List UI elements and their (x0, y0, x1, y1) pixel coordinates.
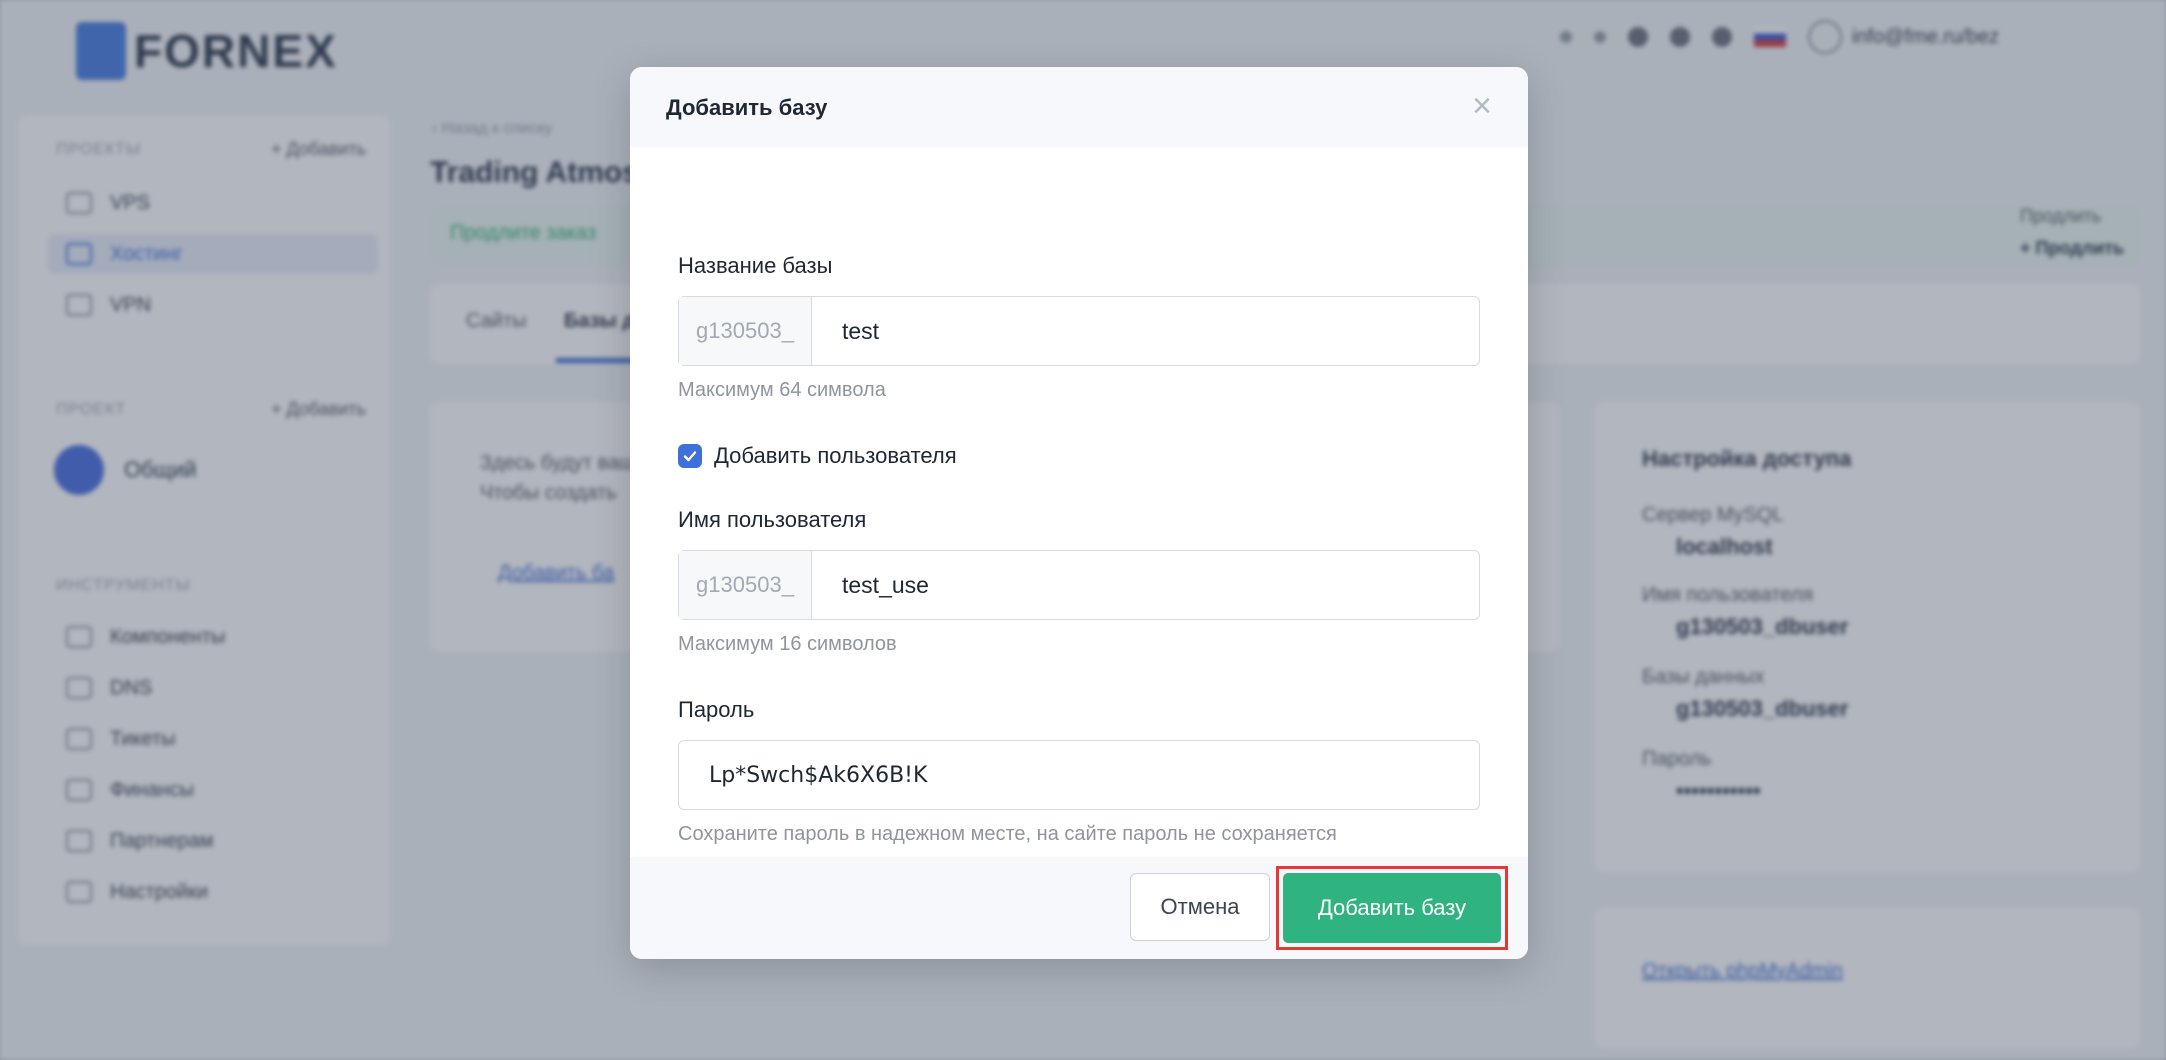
cancel-button[interactable]: Отмена (1130, 873, 1270, 941)
username-hint: Максимум 16 символов (678, 633, 897, 655)
db-name-input-group[interactable]: g130503_ test (678, 296, 1480, 366)
add-database-modal: Добавить базу × Название базы g130503_ t… (630, 67, 1528, 959)
password-hint: Сохраните пароль в надежном месте, на са… (678, 823, 1337, 845)
add-user-label: Добавить пользователя (714, 443, 957, 468)
add-user-checkbox[interactable] (678, 444, 702, 468)
password-input[interactable]: Lp*Swch$Ak6X6B!K (678, 740, 1480, 810)
username-prefix: g130503_ (679, 551, 812, 619)
check-icon (683, 451, 697, 462)
username-input[interactable]: test_use (812, 551, 1479, 619)
highlight-frame: Добавить базу (1276, 866, 1508, 950)
db-name-input[interactable]: test (812, 297, 1479, 365)
modal-footer: Отмена Добавить базу (630, 857, 1528, 959)
db-name-label: Название базы (678, 253, 833, 278)
modal-body: Название базы g130503_ test Максимум 64 … (630, 147, 1528, 857)
modal-header: Добавить базу × (630, 67, 1528, 147)
db-name-hint: Максимум 64 символа (678, 379, 886, 401)
add-database-button[interactable]: Добавить базу (1283, 873, 1501, 943)
password-label: Пароль (678, 697, 755, 722)
username-label: Имя пользователя (678, 507, 867, 532)
db-name-prefix: g130503_ (679, 297, 812, 365)
username-input-group[interactable]: g130503_ test_use (678, 550, 1480, 620)
add-user-checkbox-row[interactable]: Добавить пользователя (678, 443, 957, 469)
modal-title: Добавить базу (666, 95, 828, 120)
close-icon[interactable]: × (1472, 89, 1492, 123)
